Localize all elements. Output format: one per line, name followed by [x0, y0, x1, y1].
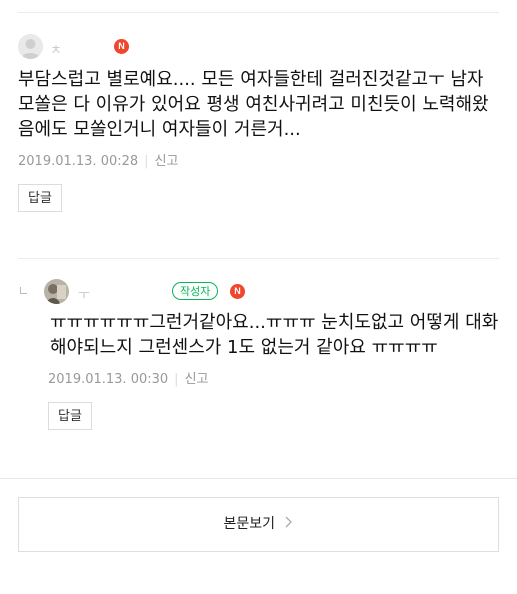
comment-header: ㅜ 작성자 N	[20, 279, 499, 305]
new-badge: N	[114, 39, 129, 54]
nickname[interactable]: ㅜ	[78, 284, 92, 303]
author-badge: 작성자	[172, 282, 219, 300]
comment-date: 2019.01.13. 00:30	[48, 372, 169, 387]
new-badge: N	[230, 284, 245, 299]
reply-button[interactable]: 답글	[18, 184, 62, 212]
view-post-button[interactable]: 본문보기	[18, 497, 499, 552]
top-divider	[18, 12, 499, 13]
comment-date: 2019.01.13. 00:28	[18, 154, 139, 169]
comment-meta: 2019.01.13. 00:30 | 신고	[48, 368, 499, 387]
report-link[interactable]: 신고	[185, 372, 209, 387]
view-post-label: 본문보기	[223, 516, 276, 532]
comment-header: ㅊ N	[18, 34, 499, 60]
chevron-right-icon	[285, 498, 293, 551]
comment-divider	[18, 258, 499, 259]
comment-meta: 2019.01.13. 00:28 | 신고	[18, 150, 499, 169]
meta-separator: |	[144, 154, 149, 169]
comment-text: ㅠㅠㅠㅠㅠㅠ그런거같아요...ㅠㅠㅠ 눈치도없고 어떻게 대화해야되느지 그런센…	[50, 312, 499, 358]
reply-comment-item: ㅜ 작성자 N ㅠㅠㅠㅠㅠㅠ그런거같아요...ㅠㅠㅠ 눈치도없고 어떻게 대화해…	[20, 279, 499, 430]
reply-button[interactable]: 답글	[48, 402, 92, 430]
avatar[interactable]	[18, 34, 43, 59]
reply-arrow-icon	[20, 287, 27, 294]
avatar[interactable]	[44, 279, 69, 304]
meta-separator: |	[174, 372, 179, 387]
default-avatar-icon	[18, 34, 43, 59]
report-link[interactable]: 신고	[155, 154, 179, 169]
profile-photo-icon	[44, 279, 69, 304]
comment-item: ㅊ N 부담스럽고 별로예요.... 모든 여자들한테 걸러진것같고ㅜ 남자 모…	[18, 34, 499, 212]
comment-text: 부담스럽고 별로예요.... 모든 여자들한테 걸러진것같고ㅜ 남자 모쏠은 다…	[18, 69, 489, 140]
nickname[interactable]: ㅊ	[50, 39, 64, 58]
section-divider	[0, 478, 517, 479]
